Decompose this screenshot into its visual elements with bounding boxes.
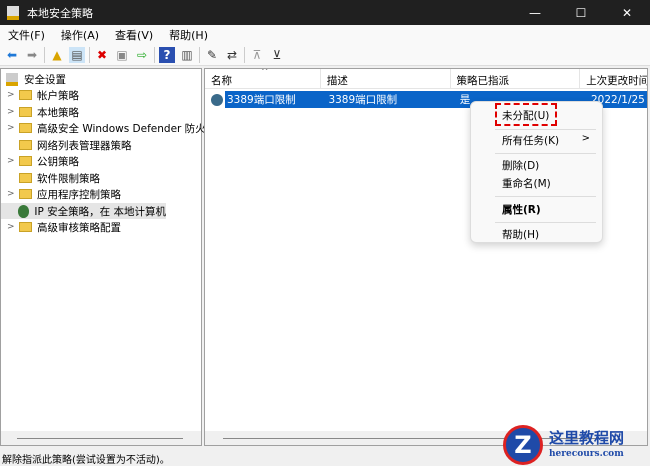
minimize-button[interactable]: — [512, 0, 558, 25]
column-name[interactable]: 名称 ^ [205, 69, 321, 89]
export-icon[interactable]: ⇨ [134, 47, 150, 63]
title-bar: 本地安全策略 — ☐ ✕ [0, 0, 650, 25]
menu-item-unassign[interactable]: 未分配(U) [502, 108, 549, 123]
watermark-logo: Z [503, 425, 543, 465]
separator [89, 46, 90, 63]
folder-icon [19, 123, 32, 133]
app-icon [7, 5, 19, 20]
ip-security-icon [17, 204, 30, 218]
assign-icon[interactable]: ⊼ [249, 47, 265, 63]
separator [44, 46, 45, 63]
list-header: 名称 ^ 描述 策略已指派 上次更改时间 [205, 69, 647, 89]
manage-filters-icon[interactable]: ⇄ [224, 47, 240, 63]
unassign-icon[interactable]: ⊻ [269, 47, 285, 63]
menu-view[interactable]: 查看(V) [115, 27, 153, 43]
help-icon[interactable]: ? [159, 46, 175, 63]
folder-icon [19, 189, 32, 199]
sort-ascending-icon: ^ [261, 68, 269, 77]
divider [495, 153, 596, 154]
tree-item[interactable]: > 帐户策略 [1, 87, 79, 103]
menu-bar: 文件(F) 操作(A) 查看(V) 帮助(H) [0, 25, 650, 44]
cell-name: 3389端口限制 [227, 94, 296, 106]
window-title: 本地安全策略 [27, 6, 93, 20]
watermark-url: herecours.com [549, 448, 624, 459]
divider [495, 222, 596, 223]
column-assigned[interactable]: 策略已指派 [451, 69, 581, 89]
watermark-name: 这里教程网 [549, 429, 625, 448]
horizontal-scrollbar[interactable] [1, 431, 201, 445]
tree-item[interactable]: > 本地策略 [1, 104, 79, 120]
menu-item-help[interactable]: 帮助(H) [502, 227, 539, 242]
up-folder-icon[interactable]: ▲ [49, 47, 65, 63]
menu-item-rename[interactable]: 重命名(M) [502, 176, 551, 191]
divider [495, 129, 596, 130]
tree-item-ip-security-selected[interactable]: IP 安全策略，在 本地计算机 [1, 203, 166, 219]
tree-item[interactable]: > 应用程序控制策略 [1, 186, 121, 202]
folder-icon [19, 173, 32, 183]
folder-icon [19, 156, 32, 166]
menu-action[interactable]: 操作(A) [61, 27, 99, 43]
back-icon[interactable]: ⬅ [4, 47, 20, 63]
tree-item[interactable]: > 高级审核策略配置 [1, 219, 121, 235]
folder-icon [19, 222, 32, 232]
forward-icon[interactable]: ➡ [24, 47, 40, 63]
cell-description: 3389端口限制 [328, 94, 398, 106]
column-modified[interactable]: 上次更改时间 [580, 69, 647, 89]
divider [495, 196, 596, 197]
chevron-right-icon[interactable]: > [7, 156, 19, 166]
delete-icon[interactable]: ✖ [94, 47, 110, 63]
tree-pane: 安全设置 > 帐户策略 > 本地策略 > 高级安全 Windows Defender … [0, 68, 216, 446]
chevron-right-icon[interactable]: > [7, 123, 19, 133]
chevron-right-icon[interactable]: > [7, 189, 19, 199]
watermark: Z 这里教程网 herecours.com [503, 425, 624, 465]
folder-icon [19, 90, 32, 100]
tree-item[interactable]: > 高级安全 Windows Defender 防火墙 [1, 120, 216, 136]
chevron-right-icon[interactable]: > [7, 107, 19, 117]
tree-item-security-settings[interactable]: 安全设置 [1, 71, 66, 87]
action-pane-icon[interactable]: ▥ [179, 47, 195, 63]
show-hide-tree-icon[interactable]: ▤ [69, 46, 85, 63]
new-policy-icon[interactable]: ✎ [204, 47, 220, 63]
policy-icon [211, 93, 223, 106]
tree-item[interactable]: 软件限制策略 [1, 170, 100, 186]
context-menu: 未分配(U) 所有任务(K) > 删除(D) 重命名(M) 属性(R) 帮助(H… [470, 101, 603, 243]
menu-item-properties[interactable]: 属性(R) [502, 202, 541, 217]
maximize-button[interactable]: ☐ [558, 0, 604, 25]
security-icon [6, 72, 18, 86]
tree-item[interactable]: > 公钥策略 [1, 153, 79, 169]
chevron-right-icon[interactable]: > [7, 90, 19, 100]
menu-help[interactable]: 帮助(H) [169, 27, 208, 43]
column-description[interactable]: 描述 [321, 69, 451, 89]
separator [199, 46, 200, 63]
menu-item-delete[interactable]: 删除(D) [502, 158, 539, 173]
tree-item[interactable]: 网络列表管理器策略 [1, 137, 132, 153]
close-button[interactable]: ✕ [604, 0, 650, 25]
chevron-right-icon: > [581, 133, 590, 144]
menu-item-all-tasks[interactable]: 所有任务(K) [502, 133, 559, 148]
separator [244, 46, 245, 63]
toolbar: ⬅ ➡ ▲ ▤ ✖ ▣ ⇨ ? ▥ ✎ ⇄ ⊼ ⊻ [0, 44, 650, 66]
separator [154, 46, 155, 63]
folder-icon [19, 140, 32, 150]
menu-file[interactable]: 文件(F) [8, 27, 45, 43]
chevron-right-icon[interactable]: > [7, 222, 19, 232]
folder-icon [19, 107, 32, 117]
properties-icon[interactable]: ▣ [114, 47, 130, 63]
